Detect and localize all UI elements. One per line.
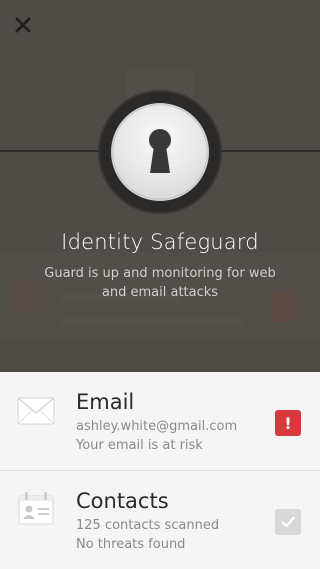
item-status-text: No threats found <box>76 537 186 552</box>
item-scan-count: 125 contacts scanned <box>76 518 220 533</box>
item-email-address: ashley.white@gmail.com <box>76 419 238 434</box>
close-icon <box>15 17 31 33</box>
envelope-icon <box>17 397 55 425</box>
background-ghost-line <box>62 318 242 326</box>
alert-badge[interactable]: ! <box>275 410 301 436</box>
list-item-email[interactable]: Email ashley.white@gmail.com Your email … <box>0 372 320 471</box>
exclamation-icon: ! <box>284 413 292 433</box>
identity-safeguard-panel: Identity Safeguard Guard is up and monit… <box>0 0 320 372</box>
checkmark-icon <box>281 516 295 528</box>
ok-badge[interactable] <box>275 509 301 535</box>
close-button[interactable] <box>10 12 36 38</box>
page-subtitle: Guard is up and monitoring for web and e… <box>44 266 276 300</box>
item-status-text: Your email is at risk <box>76 438 203 453</box>
page-title: Identity Safeguard <box>61 230 259 254</box>
keyhole-lock-icon <box>149 129 171 173</box>
contact-card-icon <box>18 492 54 525</box>
list-item-contacts[interactable]: Contacts 125 contacts scanned No threats… <box>0 471 320 569</box>
item-title: Contacts <box>76 489 169 513</box>
item-title: Email <box>76 390 135 414</box>
